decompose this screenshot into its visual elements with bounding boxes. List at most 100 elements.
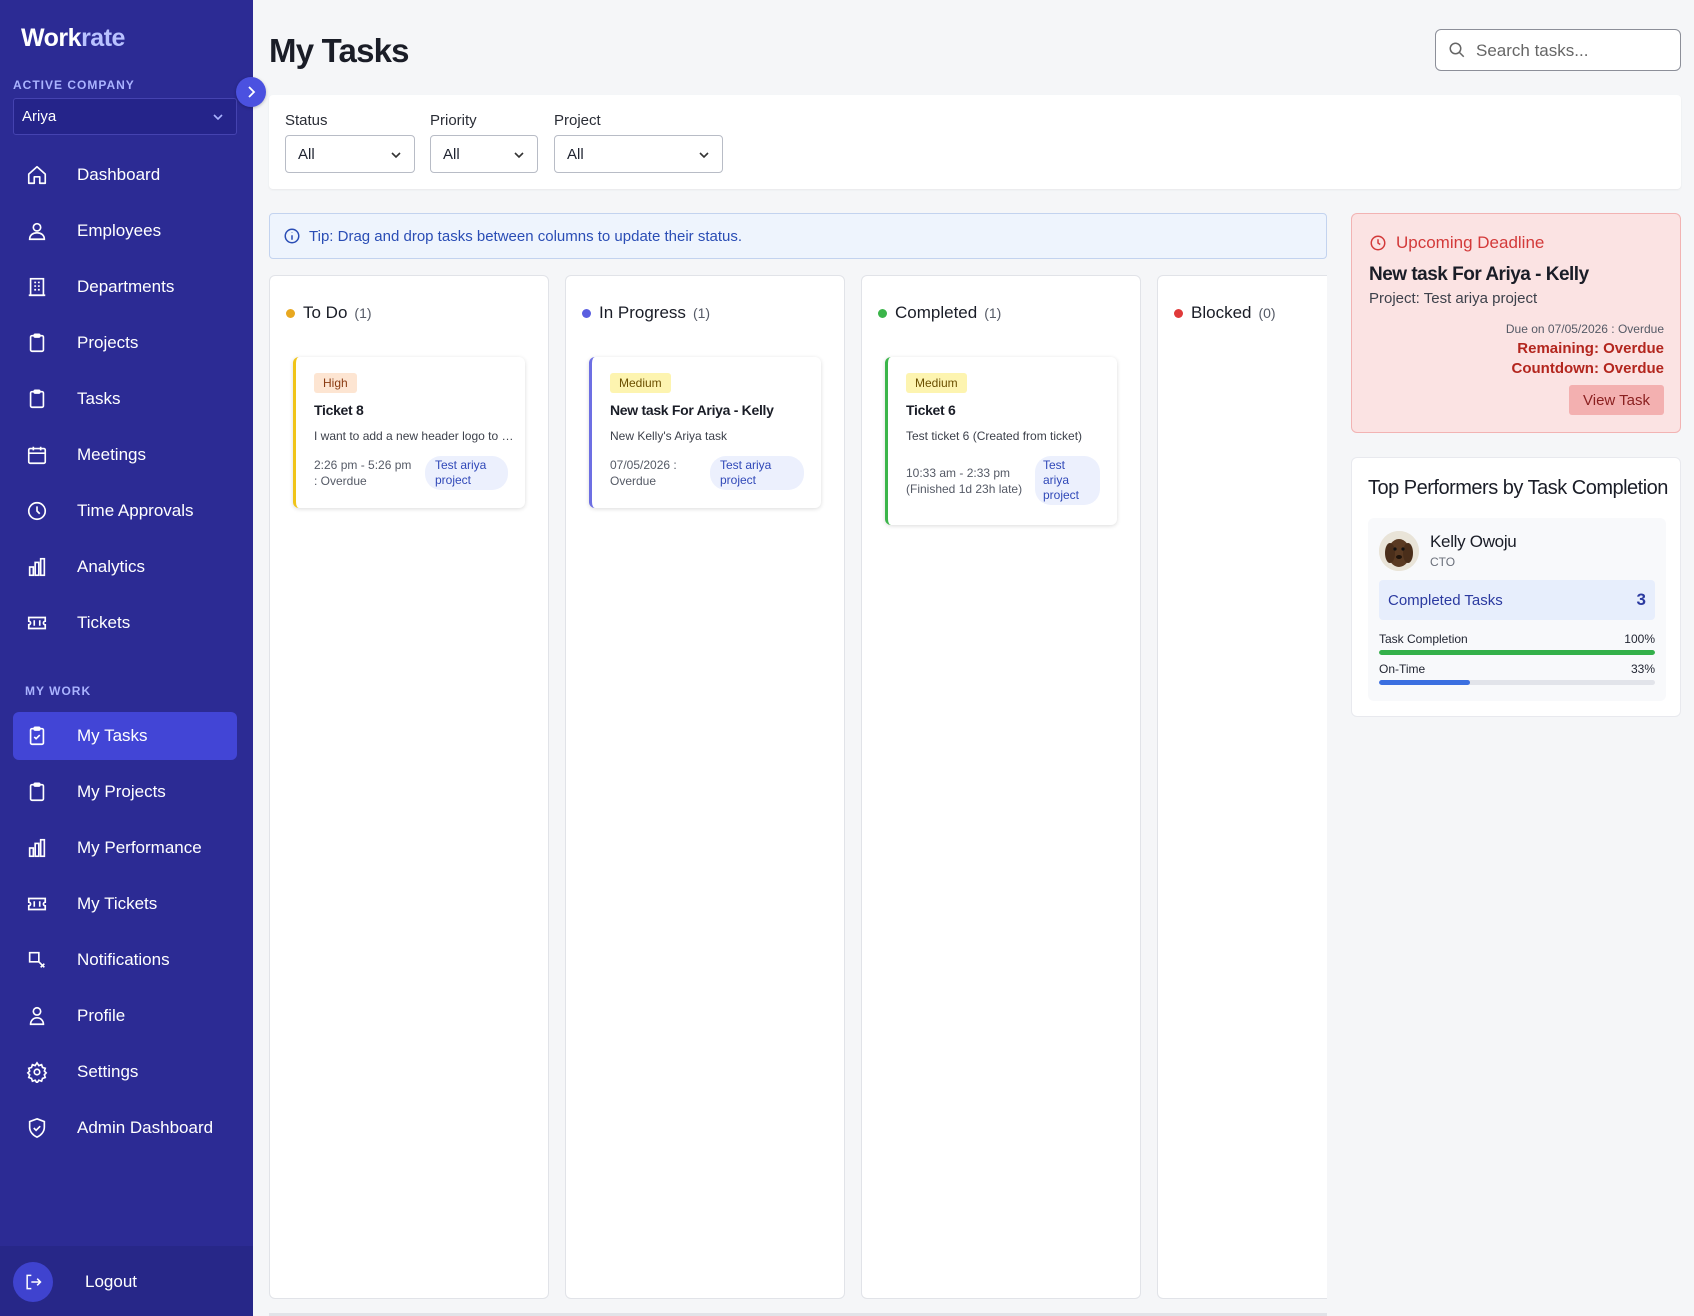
on-time-value: 33% (1630, 662, 1655, 676)
company-select[interactable]: Ariya (13, 98, 237, 135)
bar-chart-icon (25, 836, 49, 860)
search-box[interactable] (1435, 29, 1681, 71)
project-tag[interactable]: Test ariya project (710, 456, 804, 490)
status-filter: Status All (285, 112, 415, 173)
task-description: New Kelly's Ariya task (610, 429, 727, 443)
sidebar-item-dashboard[interactable]: Dashboard (13, 151, 237, 199)
priority-badge: Medium (906, 373, 967, 393)
status-dot (286, 308, 295, 318)
status-filter-label: Status (285, 112, 328, 129)
my-work-section-label: MY WORK (25, 684, 92, 698)
calendar-icon (25, 443, 49, 467)
task-card[interactable]: High Ticket 8 I want to add a new header… (293, 357, 525, 508)
column-count: (1) (692, 305, 711, 321)
active-company-label: ACTIVE COMPANY (13, 78, 135, 92)
priority-select[interactable]: All (430, 135, 538, 173)
column-title: Completed (895, 303, 978, 322)
sidebar-item-analytics[interactable]: Analytics (13, 543, 237, 591)
sidebar-item-tasks[interactable]: Tasks (13, 375, 237, 423)
sidebar-item-label: Tasks (77, 389, 121, 408)
priority-filter: Priority All (430, 112, 538, 173)
task-description: Test ticket 6 (Created from ticket) (906, 429, 1083, 443)
sidebar-item-label: Dashboard (77, 165, 161, 184)
column-completed[interactable]: Completed (1) Medium Ticket 6 Test ticke… (861, 275, 1141, 1299)
avatar (1379, 531, 1419, 571)
chevron-down-icon (514, 152, 524, 159)
info-icon (283, 227, 301, 245)
project-tag[interactable]: Test ariya project (425, 456, 508, 490)
bar-chart-icon (25, 555, 49, 579)
completed-tasks-value: 3 (1636, 590, 1646, 609)
sidebar-item-notifications[interactable]: Notifications (13, 936, 237, 984)
priority-badge: Medium (610, 373, 671, 393)
sidebar-toggle-button[interactable] (236, 77, 266, 107)
column-in-progress[interactable]: In Progress (1) Medium New task For Ariy… (565, 275, 845, 1299)
completed-tasks-box: Completed Tasks 3 (1379, 580, 1655, 620)
logout-button[interactable]: Logout (0, 1246, 253, 1316)
logout-label: Logout (85, 1272, 137, 1291)
task-description: I want to add a new header logo to the s… (314, 429, 514, 443)
kanban-board: To Do (1) High Ticket 8 I want to add a … (269, 275, 1327, 1316)
column-blocked[interactable]: Blocked (0) (1157, 275, 1327, 1299)
task-card[interactable]: Medium New task For Ariya - Kelly New Ke… (589, 357, 821, 508)
sidebar-item-projects[interactable]: Projects (13, 319, 237, 367)
performers-title: Top Performers by Task Completion (1368, 477, 1668, 499)
sidebar-item-label: My Projects (77, 782, 166, 801)
deadline-countdown: Countdown: Overdue (1511, 360, 1665, 377)
column-count: (0) (1258, 305, 1276, 321)
project-tag[interactable]: Test ariya project (1035, 456, 1100, 505)
column-title: Blocked (1191, 303, 1252, 322)
search-icon (1449, 42, 1465, 58)
sidebar-item-profile[interactable]: Profile (13, 992, 237, 1040)
clipboard-icon (25, 387, 49, 411)
sidebar-item-time-approvals[interactable]: Time Approvals (13, 487, 237, 535)
task-time: 07/05/2026 : Overdue (610, 458, 677, 488)
performer-name: Kelly Owoju (1430, 532, 1517, 551)
performer-card[interactable]: Kelly Owoju CTO Completed Tasks 3 Task C… (1368, 518, 1666, 701)
project-select[interactable]: All (554, 135, 723, 173)
ticket-icon (25, 611, 49, 635)
task-title: Ticket 8 (314, 402, 364, 418)
sidebar-item-my-projects[interactable]: My Projects (13, 768, 237, 816)
column-title: In Progress (599, 303, 686, 322)
search-input[interactable] (1476, 38, 1671, 64)
task-card[interactable]: Medium Ticket 6 Test ticket 6 (Created f… (885, 357, 1117, 525)
page-title: My Tasks (269, 32, 410, 69)
column-header: Completed (1) (878, 303, 1001, 323)
status-dot (582, 308, 591, 318)
project-filter: Project All (554, 112, 723, 173)
filter-panel: Status All Priority All Project All (269, 95, 1681, 189)
on-time-row: On-Time 33% (1379, 662, 1655, 676)
on-time-label: On-Time (1379, 662, 1426, 676)
logout-icon (13, 1262, 53, 1302)
deadline-heading: Upcoming Deadline (1396, 233, 1545, 252)
tip-banner: Tip: Drag and drop tasks between columns… (269, 213, 1327, 259)
sidebar-item-employees[interactable]: Employees (13, 207, 237, 255)
sidebar-item-label: My Tasks (77, 726, 148, 745)
status-dot (878, 308, 887, 318)
upcoming-deadline-card: Upcoming Deadline New task For Ariya - K… (1351, 213, 1681, 433)
sidebar-item-label: Admin Dashboard (77, 1118, 214, 1137)
clock-icon (1369, 234, 1387, 252)
task-time: 2:26 pm - 5:26 pm: Overdue (314, 458, 412, 488)
deadline-task-title: New task For Ariya - Kelly (1369, 264, 1589, 285)
sidebar-item-tickets[interactable]: Tickets (13, 599, 237, 647)
clipboard-check-icon (25, 724, 49, 748)
sidebar-item-my-tickets[interactable]: My Tickets (13, 880, 237, 928)
users-icon (25, 219, 49, 243)
task-completion-bar-fill (1379, 650, 1655, 655)
sidebar-item-label: My Tickets (77, 894, 158, 913)
sidebar-item-my-performance[interactable]: My Performance (13, 824, 237, 872)
sidebar-item-departments[interactable]: Departments (13, 263, 237, 311)
app-logo[interactable]: Workrate (21, 24, 125, 53)
status-select[interactable]: All (285, 135, 415, 173)
column-todo[interactable]: To Do (1) High Ticket 8 I want to add a … (269, 275, 549, 1299)
sidebar-item-settings[interactable]: Settings (13, 1048, 237, 1096)
view-task-button[interactable]: View Task (1569, 385, 1664, 415)
completed-tasks-label: Completed Tasks (1388, 592, 1503, 609)
clipboard-icon (25, 780, 49, 804)
sidebar-item-label: Notifications (77, 950, 170, 969)
sidebar-item-admin-dashboard[interactable]: Admin Dashboard (13, 1104, 237, 1152)
sidebar-item-my-tasks[interactable]: My Tasks (13, 712, 237, 760)
sidebar-item-meetings[interactable]: Meetings (13, 431, 237, 479)
